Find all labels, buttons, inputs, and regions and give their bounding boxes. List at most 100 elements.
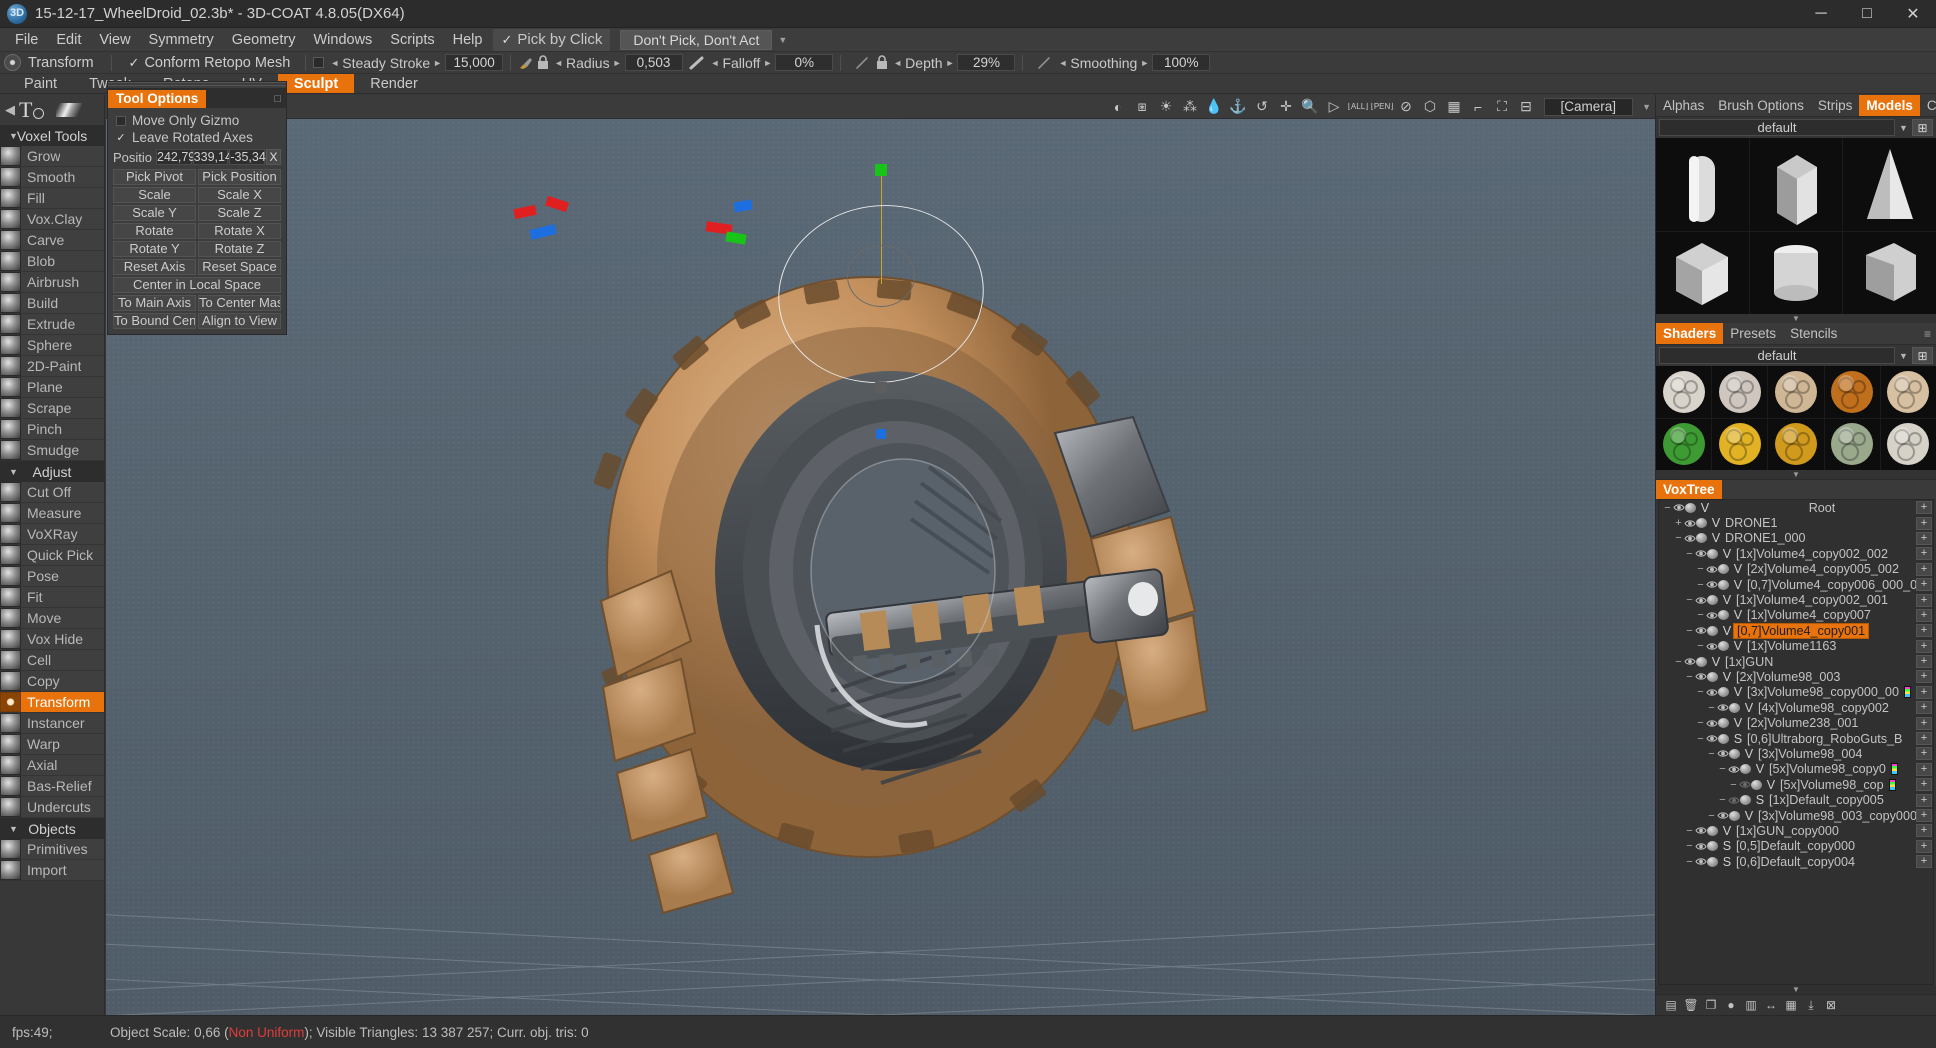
maximize-button[interactable]: □ [1844,0,1890,28]
panel-drag-handle[interactable] [108,82,286,89]
collapse-icon[interactable]: − [1696,640,1705,652]
collapse-icon[interactable]: − [1685,625,1694,637]
contrast-icon[interactable]: ◐ [1108,96,1129,117]
voxtree-row[interactable]: −VRoot+ [1659,500,1933,515]
tool-option-button-to-main-axis[interactable]: To Main Axis [113,295,196,311]
voxtree-add-button[interactable]: + [1916,717,1932,730]
voxtree-row[interactable]: −V[2x]Volume238_001+ [1659,715,1933,730]
leave-rotated-axes-checkbox[interactable]: ✓ Leave Rotated Axes [111,129,283,146]
swap-icon[interactable]: ↔ [1764,998,1778,1012]
eye-visibility-icon[interactable] [1705,719,1718,728]
tool-item-undercuts[interactable]: Undercuts [0,797,104,818]
arrow-left-icon[interactable]: ◄ [554,58,563,68]
menu-geometry[interactable]: Geometry [223,29,305,51]
eye-visibility-icon[interactable] [1694,842,1707,851]
tool-item-warp[interactable]: Warp [0,734,104,755]
voxtree-add-button[interactable]: + [1916,794,1932,807]
tool-item-extrude[interactable]: Extrude [0,314,104,335]
voxtree-row[interactable]: −V[5x]Volume98_cop+ [1659,777,1933,792]
tool-item-axial[interactable]: Axial [0,755,104,776]
collapse-icon[interactable]: − [1696,686,1705,698]
color-chip-icon[interactable] [1891,763,1898,775]
tool-item-airbrush[interactable]: Airbrush [0,272,104,293]
menu-view[interactable]: View [90,29,139,51]
voxtree-add-button[interactable]: + [1916,517,1932,530]
layer-shader-sphere-icon[interactable] [1707,626,1718,636]
no-entry-icon[interactable]: ⊘ [1396,96,1417,117]
sphere-icon[interactable]: ● [1724,998,1738,1012]
transform-tool-icon[interactable] [4,54,21,71]
tool-item-smooth[interactable]: Smooth [0,167,104,188]
eye-visibility-icon[interactable] [1727,796,1740,805]
layer-shader-sphere-icon[interactable] [1707,549,1718,559]
layer-shader-sphere-icon[interactable] [1718,718,1729,728]
voxtree-row-label[interactable]: [0,6]Ultraborg_RoboGuts_B [1744,732,1905,746]
voxtree-row[interactable]: −V[1x]Volume4_copy007+ [1659,608,1933,623]
tool-option-button-rotate[interactable]: Rotate [113,223,196,239]
tab-paint[interactable]: Paint [8,74,73,93]
3d-model-wheeldroid[interactable] [531,221,1231,925]
menu-scripts[interactable]: Scripts [381,29,443,51]
tool-group-header-voxel-tools[interactable]: ▼Voxel Tools [0,125,104,146]
eye-visibility-icon[interactable] [1705,565,1718,574]
layer-shader-sphere-icon[interactable] [1696,657,1707,667]
arrow-right-icon[interactable]: ► [1140,58,1149,68]
voxtree-add-button[interactable]: + [1916,501,1932,514]
voxtree-row-label[interactable]: [2x]Volume238_001 [1744,716,1861,730]
voxtree-row-label[interactable]: [5x]Volume98_cop [1777,778,1887,792]
pick-by-click-checkbox[interactable]: ✓ Pick by Click [493,29,610,51]
tool-option-button-reset-axis[interactable]: Reset Axis [113,259,196,275]
voxtree-row-label[interactable]: [3x]Volume98_copy000_00 [1744,685,1902,699]
collapse-icon[interactable]: − [1685,594,1694,606]
eye-visibility-icon[interactable] [1705,734,1718,743]
collapse-icon[interactable]: − [1696,579,1705,591]
conform-retopo-mesh-checkbox[interactable]: ✓ Conform Retopo Mesh [121,52,299,74]
collapse-icon[interactable]: − [1696,733,1705,745]
voxtree-row-label[interactable]: [0,7]Volume4_copy006_000_0 [1744,578,1920,592]
voxtree-row-label[interactable]: [4x]Volume98_copy002 [1755,701,1892,715]
voxtree-row[interactable]: −V[0,7]Volume4_copy006_000_0+ [1659,577,1933,592]
shader-swatch-9[interactable] [1881,419,1936,471]
brush-icon[interactable] [518,55,534,71]
layer-shader-sphere-icon[interactable] [1740,795,1751,805]
layer-shader-sphere-icon[interactable] [1707,672,1718,682]
voxtree-row-label[interactable]: [1x]Volume1163 [1744,639,1839,653]
smoothing-value[interactable]: 100% [1152,54,1210,71]
close-button[interactable]: ✕ [1890,0,1936,28]
fullscreen-icon[interactable]: ⛶ [1492,96,1513,117]
models-scroll-down[interactable]: ▼ [1656,314,1936,323]
voxtree-add-button[interactable]: + [1916,763,1932,776]
tool-item-smudge[interactable]: Smudge [0,440,104,461]
panorama-icon[interactable]: ⧆ [1132,96,1153,117]
all-icon[interactable]: ⌊ALL⌋ [1348,96,1369,117]
eye-visibility-icon[interactable] [1716,703,1729,712]
voxtree-row-label[interactable]: DRONE1_000 [1722,531,1809,545]
voxtree-row[interactable]: −V[2x]Volume98_003+ [1659,669,1933,684]
voxtree-add-button[interactable]: + [1916,563,1932,576]
axis-icon[interactable]: ⌐ [1468,96,1489,117]
collapse-icon[interactable]: − [1674,656,1683,668]
play-triangle-icon[interactable]: ▷ [1324,96,1345,117]
voxtree-row-label[interactable]: DRONE1 [1722,516,1780,530]
voxtree-add-button[interactable]: + [1916,578,1932,591]
color-chip-icon[interactable] [1889,779,1896,791]
collapse-icon[interactable]: − [1718,763,1727,775]
steady-stroke-checkbox[interactable] [313,57,324,68]
tab-strips[interactable]: Strips [1811,95,1860,116]
voxtree-panel[interactable]: −VRoot++VDRONE1+−VDRONE1_000+−V[1x]Volum… [1658,499,1934,985]
collapse-icon[interactable]: − [1696,563,1705,575]
voxtree-row[interactable]: −V[3x]Volume98_003_copy000+ [1659,808,1933,823]
eye-visibility-icon[interactable] [1694,857,1707,866]
eye-visibility-icon[interactable] [1683,657,1696,666]
voxtree-row-label[interactable]: [1x]GUN [1722,655,1776,669]
eye-visibility-icon[interactable] [1694,672,1707,681]
lock-icon[interactable] [537,55,549,70]
layer-shader-sphere-icon[interactable] [1696,518,1707,528]
falloff-curve-icon[interactable] [688,55,706,71]
tool-item-scrape[interactable]: Scrape [0,398,104,419]
eye-visibility-icon[interactable] [1727,765,1740,774]
tool-item-move[interactable]: Move [0,608,104,629]
voxtree-row[interactable]: −V[1x]Volume1163+ [1659,639,1933,654]
arrow-left-icon[interactable]: ◄ [1058,58,1067,68]
voxtree-add-button[interactable]: + [1916,609,1932,622]
